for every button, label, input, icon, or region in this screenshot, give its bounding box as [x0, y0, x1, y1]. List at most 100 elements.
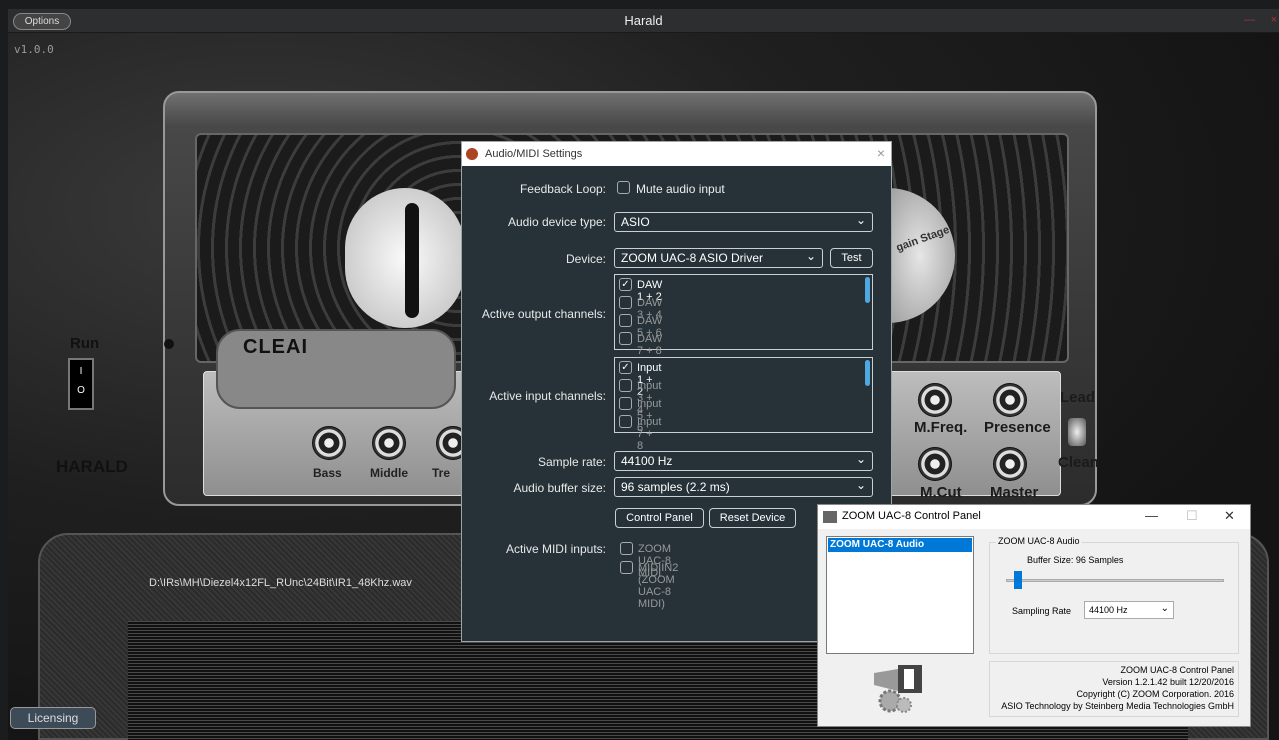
input-checkbox[interactable]: ✓ — [619, 361, 632, 374]
list-item[interactable]: ZOOM UAC-8 Audio — [828, 538, 972, 552]
buffer-size-label: Audio buffer size: — [513, 481, 606, 495]
buffer-size-select[interactable]: 96 samples (2.2 ms) ⌄ — [614, 477, 873, 497]
middle-label: Middle — [370, 466, 408, 480]
bass-knob[interactable] — [312, 426, 346, 460]
treble-label: Tre — [432, 466, 451, 480]
device-type-label: Audio device type: — [507, 215, 606, 229]
power-led — [164, 339, 174, 349]
mfreq-label: M.Freq. — [914, 419, 968, 436]
device-type-select[interactable]: ASIO ⌄ — [614, 212, 873, 232]
group-label: ZOOM UAC-8 Audio — [996, 536, 1082, 546]
chevron-down-icon: ⌄ — [1160, 603, 1169, 614]
run-switch[interactable]: I O — [68, 358, 94, 410]
dialog-title: Audio/MIDI Settings — [485, 148, 583, 160]
sampling-rate-label: Sampling Rate — [1012, 606, 1072, 616]
master-label: Master — [990, 484, 1039, 501]
input-checkbox[interactable] — [619, 397, 632, 410]
info-line: ZOOM UAC-8 Control Panel — [1120, 665, 1234, 675]
close-icon[interactable]: × — [1271, 14, 1277, 26]
output-channels-list[interactable]: ✓ DAW 1 + 2 DAW 3 + 4 DAW 5 + 6 DAW 7 + … — [614, 274, 873, 357]
buffer-slider-thumb[interactable] — [1014, 571, 1022, 589]
chevron-down-icon: ⌄ — [855, 452, 866, 466]
midi-checkbox[interactable] — [620, 542, 633, 555]
close-icon[interactable]: ✕ — [1224, 508, 1235, 524]
mcut-label: M.Cut — [920, 484, 962, 501]
maximize-icon: ☐ — [1186, 508, 1198, 523]
channel-label: CLEAI — [243, 336, 308, 358]
device-value: ZOOM UAC-8 ASIO Driver — [621, 251, 764, 265]
info-line: Copyright (C) ZOOM Corporation. 2016 — [1076, 689, 1234, 699]
buffer-size-text: Buffer Size: 96 Samples — [1027, 555, 1124, 565]
buffer-size-value: 96 samples (2.2 ms) — [621, 480, 730, 494]
minimize-icon[interactable]: — — [1244, 14, 1255, 26]
output-checkbox[interactable] — [619, 314, 632, 327]
midi-inputs-label: Active MIDI inputs: — [505, 542, 606, 556]
input-checkbox[interactable] — [619, 379, 632, 392]
mfreq-knob[interactable] — [918, 383, 952, 417]
amp-name-label: HARALD — [56, 457, 128, 476]
input-channels-list[interactable]: ✓ Input 1 + 2 Input 3 + 4 Input 5 + 6 In… — [614, 357, 873, 452]
run-label: Run — [70, 335, 100, 352]
app-icon — [466, 148, 478, 160]
output-channels-label: Active output channels: — [481, 307, 606, 321]
app-title: Harald — [624, 13, 663, 28]
output-checkbox[interactable] — [619, 332, 632, 345]
close-icon[interactable]: × — [877, 145, 885, 161]
output-checkbox[interactable]: ✓ — [619, 278, 632, 291]
feedback-loop-label: Feedback Loop: — [519, 182, 606, 196]
chevron-down-icon: ⌄ — [805, 249, 816, 263]
midi-input-label: MIDIIN2 (ZOOM UAC-8 MIDI) — [638, 562, 679, 610]
device-list[interactable]: ZOOM UAC-8 Audio — [826, 536, 974, 654]
input-checkbox[interactable] — [619, 415, 632, 428]
input-scrollbar[interactable] — [865, 360, 870, 386]
clean-label: Clean — [1058, 454, 1099, 471]
switch-off-mark: O — [77, 385, 85, 396]
buffer-slider-track[interactable] — [1006, 579, 1224, 582]
zoom-app-icon — [823, 511, 837, 523]
speaker-gear-logo-icon — [874, 665, 922, 713]
presence-knob[interactable] — [993, 383, 1027, 417]
mute-input-label: Mute audio input — [636, 182, 725, 196]
bass-label: Bass — [313, 466, 342, 480]
ir-file-path[interactable]: D:\IRs\MH\Diezel4x12FL_RUnc\24Bit\IR1_48… — [149, 577, 412, 589]
lead-clean-toggle[interactable] — [1068, 418, 1086, 446]
output-scrollbar[interactable] — [865, 277, 870, 303]
app-titlebar: Options Harald — × — [8, 9, 1279, 33]
info-line: Version 1.2.1.42 built 12/20/2016 — [1102, 677, 1234, 687]
output-checkbox[interactable] — [619, 296, 632, 309]
device-type-value: ASIO — [621, 215, 650, 229]
zoom-titlebar: ZOOM UAC-8 Control Panel — ☐ ✕ — [818, 505, 1250, 529]
minimize-icon[interactable]: — — [1145, 508, 1158, 523]
presence-label: Presence — [984, 419, 1051, 436]
middle-knob[interactable] — [372, 426, 406, 460]
chevron-down-icon: ⌄ — [855, 213, 866, 227]
version-info-box: ZOOM UAC-8 Control Panel Version 1.2.1.4… — [989, 661, 1239, 717]
sample-rate-select[interactable]: 44100 Hz ⌄ — [614, 451, 873, 471]
chevron-down-icon: ⌄ — [855, 478, 866, 492]
zoom-window-title: ZOOM UAC-8 Control Panel — [842, 510, 981, 522]
switch-on-mark: I — [79, 366, 83, 377]
lead-label: Lead — [1060, 389, 1096, 406]
zoom-control-panel-window: ZOOM UAC-8 Control Panel — ☐ ✕ ZOOM UAC-… — [817, 504, 1251, 727]
sample-rate-value: 44100 Hz — [621, 454, 673, 468]
control-panel-button[interactable]: Control Panel — [615, 508, 704, 528]
mcut-knob[interactable] — [918, 447, 952, 481]
sample-rate-label: Sample rate: — [537, 455, 606, 469]
output-label: DAW 7 + 8 — [637, 333, 663, 357]
master-knob[interactable] — [993, 447, 1027, 481]
reset-device-button[interactable]: Reset Device — [709, 508, 796, 528]
sampling-rate-select[interactable]: 44100 Hz ⌄ — [1084, 601, 1174, 619]
info-line: ASIO Technology by Steinberg Media Techn… — [1001, 701, 1234, 711]
version-label: v1.0.0 — [14, 43, 54, 56]
midi-checkbox[interactable] — [620, 561, 633, 574]
sampling-rate-value: 44100 Hz — [1089, 605, 1128, 615]
input-channels-label: Active input channels: — [489, 389, 606, 403]
dialog-titlebar: Audio/MIDI Settings × — [462, 142, 891, 166]
licensing-button[interactable]: Licensing — [10, 707, 96, 729]
device-label: Device: — [565, 252, 606, 266]
input-label: Input 7 + 8 — [637, 416, 662, 452]
device-select[interactable]: ZOOM UAC-8 ASIO Driver ⌄ — [614, 248, 823, 268]
mute-input-checkbox[interactable] — [617, 181, 630, 194]
test-button[interactable]: Test — [830, 248, 873, 268]
tube-icon — [405, 203, 419, 318]
